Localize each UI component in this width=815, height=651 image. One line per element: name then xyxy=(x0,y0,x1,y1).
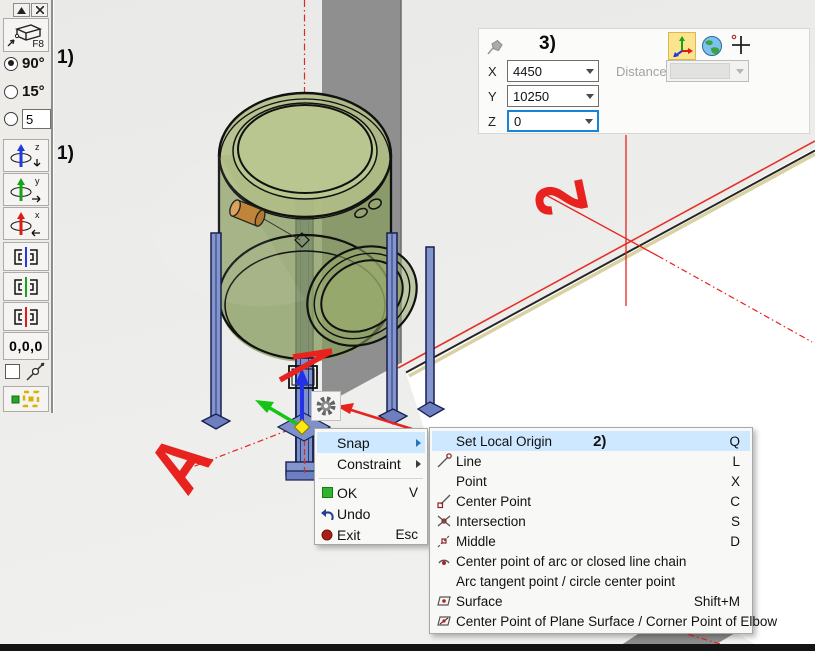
middle-snap-icon xyxy=(436,533,452,549)
pick-point-button[interactable] xyxy=(728,32,754,58)
svg-text:y: y xyxy=(35,176,40,186)
rotate-y-icon: y xyxy=(6,176,46,204)
submenu-item-plane-center[interactable]: Center Point of Plane Surface / Corner P… xyxy=(432,611,750,631)
submenu-item-arc-center[interactable]: Center point of arc or closed line chain xyxy=(432,551,750,571)
chevron-down-icon[interactable] xyxy=(582,94,598,99)
toolbar-close-button[interactable] xyxy=(31,3,48,17)
snap-submenu: Set Local Origin 2) Q Line L Point X Cen… xyxy=(429,427,753,634)
close-icon xyxy=(36,6,44,14)
ok-square-icon xyxy=(322,487,333,498)
gear-icon xyxy=(315,395,337,417)
y-coordinate-combo[interactable]: 10250 xyxy=(507,85,599,107)
window-bottom-bar xyxy=(0,644,815,651)
world-coordinates-button[interactable] xyxy=(700,34,724,58)
f8-label: F8 xyxy=(32,39,44,50)
annotation-step2: 2) xyxy=(593,433,606,450)
submenu-item-middle[interactable]: Middle D xyxy=(432,531,750,551)
free-view-f8-button[interactable]: F8 xyxy=(3,18,49,52)
context-menu: Snap Constraint OK V Undo Exit Esc xyxy=(314,428,428,545)
snap-toolbar: F8 90° 15° z xyxy=(0,0,53,413)
intersection-icon xyxy=(436,513,452,529)
mirror-x-button[interactable] xyxy=(3,302,49,331)
local-coordinates-button[interactable] xyxy=(668,32,696,60)
reference-point-icon xyxy=(9,388,43,410)
menu-item-exit[interactable]: Exit Esc xyxy=(317,524,425,545)
submenu-item-point[interactable]: Point X xyxy=(432,471,750,491)
angle-option-90[interactable]: 90° xyxy=(4,55,45,72)
radio-icon xyxy=(4,112,18,126)
snap-option-checkbox[interactable] xyxy=(5,364,20,379)
chevron-down-icon[interactable] xyxy=(581,119,597,124)
arc-center-icon xyxy=(436,553,452,569)
rotate-z-button[interactable]: z xyxy=(3,139,49,172)
pin-icon[interactable] xyxy=(486,38,504,56)
toolbar-minimize-button[interactable] xyxy=(13,3,30,17)
app-window: A 2 F8 90° 15° xyxy=(0,0,815,651)
menu-item-undo[interactable]: Undo xyxy=(317,503,425,524)
chevron-down-icon[interactable] xyxy=(582,69,598,74)
submenu-item-surface[interactable]: Surface Shift+M xyxy=(432,591,750,611)
x-field-label: X xyxy=(488,64,497,79)
submenu-item-arc-tangent[interactable]: Arc tangent point / circle center point xyxy=(432,571,750,591)
chevron-down-icon xyxy=(732,69,748,74)
radio-icon xyxy=(4,85,18,99)
reference-point-button[interactable] xyxy=(3,386,49,412)
line-point-icon[interactable] xyxy=(24,360,48,384)
rotate-x-button[interactable]: x xyxy=(3,207,49,240)
triangle-up-icon xyxy=(17,7,26,14)
menu-item-constraint[interactable]: Constraint xyxy=(317,453,425,474)
annotation-step1-top: 1) xyxy=(57,47,74,69)
annotation-step1-mid: 1) xyxy=(57,143,74,165)
coordinate-panel: 3) X 4450 Dist xyxy=(478,28,810,134)
svg-text:z: z xyxy=(35,142,40,152)
mirror-x-icon xyxy=(9,306,43,328)
custom-angle-input[interactable] xyxy=(22,109,51,129)
mirror-z-button[interactable] xyxy=(3,242,49,271)
mirror-z-icon xyxy=(9,246,43,268)
submenu-item-intersection[interactable]: Intersection S xyxy=(432,511,750,531)
angle-option-15[interactable]: 15° xyxy=(4,83,45,100)
distance-value xyxy=(670,63,730,79)
submenu-arrow-icon xyxy=(416,460,421,468)
menu-item-ok[interactable]: OK V xyxy=(317,482,425,503)
z-field-label: Z xyxy=(488,114,496,129)
angle-option-custom[interactable] xyxy=(4,109,51,129)
x-coordinate-combo[interactable]: 4450 xyxy=(507,60,599,82)
exit-dot-icon xyxy=(321,529,333,541)
submenu-item-set-local-origin[interactable]: Set Local Origin 2) Q xyxy=(432,431,750,451)
radio-selected-icon xyxy=(4,57,18,71)
undo-arrow-icon xyxy=(319,507,335,520)
line-snap-icon xyxy=(436,453,452,469)
plane-center-icon xyxy=(436,613,452,629)
crosshair-icon xyxy=(729,33,753,57)
origin-000-button[interactable]: 0,0,0 xyxy=(3,332,49,360)
distance-label: Distance xyxy=(616,64,667,79)
y-field-label: Y xyxy=(488,89,497,104)
annotation-step3: 3) xyxy=(539,33,556,55)
z-coordinate-combo[interactable]: 0 xyxy=(507,110,599,132)
axis-triad-icon xyxy=(671,35,693,57)
submenu-arrow-icon xyxy=(416,439,421,447)
surface-icon xyxy=(436,593,452,609)
menu-separator xyxy=(319,478,423,479)
center-point-icon xyxy=(436,493,452,509)
menu-item-snap[interactable]: Snap xyxy=(317,432,425,453)
svg-text:x: x xyxy=(35,210,40,220)
globe-icon xyxy=(701,35,723,57)
rotate-x-icon: x xyxy=(6,210,46,238)
mirror-y-icon xyxy=(9,276,43,298)
rotate-z-icon: z xyxy=(6,142,46,170)
submenu-item-center-point[interactable]: Center Point C xyxy=(432,491,750,511)
options-gear-button[interactable] xyxy=(311,391,341,421)
mirror-y-button[interactable] xyxy=(3,272,49,301)
checkbox-icon xyxy=(5,364,20,379)
submenu-item-line[interactable]: Line L xyxy=(432,451,750,471)
rotate-y-button[interactable]: y xyxy=(3,173,49,206)
distance-combo xyxy=(666,60,749,82)
